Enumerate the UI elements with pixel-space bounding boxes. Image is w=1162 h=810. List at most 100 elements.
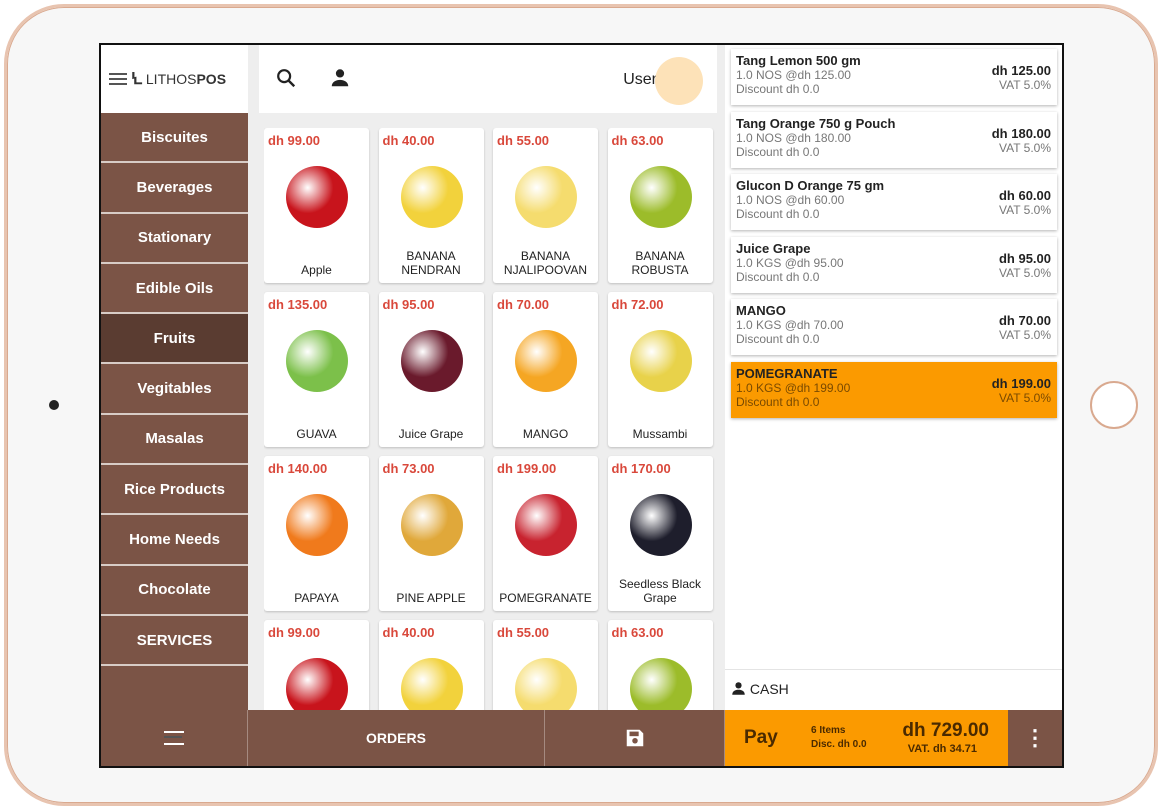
product-card[interactable]: dh 40.00 [378,620,484,710]
product-image [286,494,348,556]
items-count: 6 Items [811,725,846,736]
item-amount: dh 125.00 [991,63,1051,78]
item-amount: dh 180.00 [991,125,1051,141]
product-image [515,330,577,392]
product-name: Mussambi [632,427,688,441]
category-edible-oils[interactable]: Edible Oils [101,264,248,315]
product-name: MANGO [522,427,569,441]
category-biscuites[interactable]: Biscuites [101,113,248,164]
bottom-bar: ORDERS Pay 6 Items Disc. dh 0.0 dh 729.0… [101,710,1062,766]
item-amount: dh 95.00 [998,250,1051,266]
product-price: dh 55.00 [497,133,550,148]
product-price: dh 73.00 [382,461,435,476]
category-stationary[interactable]: Stationary [101,214,248,264]
search-icon[interactable] [275,67,297,89]
product-grid: dh 99.00 Apple dh 40.00 BANANA NENDRAN dh 55… [264,128,719,710]
item-amount: dh 60.00 [998,188,1051,204]
vat-total: VAT. dh 34.71 [907,743,977,755]
grand-total: dh 729.00 [902,720,989,741]
item-vat: VAT 5.0% [998,78,1051,92]
category-chocolate[interactable]: Chocolate [101,566,248,616]
category-services[interactable]: SERVICES [101,616,248,667]
product-price: dh 199.00 [497,461,557,476]
avatar[interactable] [655,57,703,105]
category-masalas[interactable]: Masalas [101,415,248,466]
screen: Ꝇ LITHOS POS Biscuites Beverages Stationary… [99,43,1064,768]
product-card[interactable]: dh 99.00 [264,620,369,710]
pay-button[interactable]: Pay 6 Items Disc. dh 0.0 dh 729.00 VAT. … [725,710,1008,766]
product-price: dh 72.00 [611,297,664,312]
product-card[interactable]: dh 99.00 Apple [264,128,369,283]
product-card[interactable]: dh 140.00 PAPAYA [264,456,369,611]
product-card[interactable]: dh 63.00 [607,620,713,710]
product-card[interactable]: dh 70.00 MANGO [493,292,598,447]
item-vat: VAT 5.0% [998,328,1051,343]
category-beverages[interactable]: Beverages [101,163,248,214]
product-price: dh 70.00 [497,297,550,312]
product-price: dh 99.00 [268,133,321,148]
menu-icon[interactable] [109,73,127,85]
category-sidebar: Biscuites Beverages Stationary Edible Oils F… [101,113,248,710]
product-image [629,658,692,710]
product-image [629,494,692,556]
order-item[interactable]: Tang Lemon 500 gm 1.0 NOS @dh 125.00 Disco… [731,49,1057,105]
user-label: User [623,71,657,88]
product-card[interactable]: dh 73.00 PINE APPLE [378,456,484,611]
order-item[interactable]: MANGO 1.0 KGS @dh 70.00 Discount dh 0.0 dh … [731,299,1057,356]
item-vat: VAT 5.0% [998,265,1051,280]
more-vertical-icon: ⋮ [1024,725,1046,750]
top-bar: User [259,45,717,113]
more-options-button[interactable]: ⋮ [1008,710,1062,766]
product-image [515,658,577,710]
orders-button[interactable]: ORDERS [248,710,545,766]
product-price: dh 95.00 [382,297,435,312]
logo-text-bold: POS [196,71,227,87]
category-home-needs[interactable]: Home Needs [101,515,248,566]
product-price: dh 40.00 [382,133,435,148]
order-item[interactable]: Tang Orange 750 g Pouch 1.0 NOS @dh 180.0… [731,111,1057,168]
product-card[interactable]: dh 135.00 GUAVA [264,292,369,447]
order-panel: CASH Tang Lemon 500 gm 1.0 NOS @dh 125.00… [725,45,1062,710]
product-name: Apple [301,263,332,277]
product-card[interactable]: dh 72.00 Mussambi [607,292,713,447]
product-card[interactable]: dh 55.00 [493,620,598,710]
home-button[interactable] [1090,381,1138,429]
product-image [400,166,463,228]
discount-total: Disc. dh 0.0 [811,739,867,750]
product-card[interactable]: dh 170.00 Seedless Black Grape [607,456,713,611]
item-amount: dh 70.00 [998,313,1051,329]
order-item[interactable]: POMEGRANATE 1.0 KGS @dh 199.00 Discount dh… [731,362,1057,418]
product-card[interactable]: dh 40.00 BANANA NENDRAN [378,128,484,283]
product-image [286,330,348,392]
product-price: dh 170.00 [611,461,671,476]
customer[interactable]: CASH [731,681,789,697]
menu-button[interactable] [101,710,248,766]
product-name: BANANA NJALIPOOVAN [503,249,588,277]
product-image [286,658,348,710]
save-button[interactable] [545,710,725,766]
product-name: PINE APPLE [396,591,466,605]
product-image [629,330,692,392]
product-card[interactable]: dh 199.00 POMEGRANATE [493,456,598,611]
item-vat: VAT 5.0% [998,391,1051,405]
product-price: dh 40.00 [382,625,435,640]
order-item[interactable]: Juice Grape 1.0 KGS @dh 95.00 Discount dh … [731,236,1057,293]
logo-mark-icon: Ꝇ [131,71,142,88]
product-image [515,166,577,228]
logo: Ꝇ LITHOS POS [101,45,248,113]
order-item[interactable]: Glucon D Orange 75 gm 1.0 NOS @dh 60.00 Di… [731,174,1057,231]
category-rice-products[interactable]: Rice Products [101,465,248,516]
product-card[interactable]: dh 55.00 BANANA NJALIPOOVAN [493,128,598,283]
category-vegitables[interactable]: Vegitables [101,364,248,415]
product-price: dh 140.00 [268,461,328,476]
product-name: Juice Grape [398,427,464,441]
product-image [400,330,463,392]
logo-text: LITHOS [145,71,197,87]
person-icon[interactable] [329,67,351,89]
category-fruits[interactable]: Fruits [101,314,248,365]
product-image [629,166,692,228]
product-card[interactable]: dh 95.00 Juice Grape [378,292,484,447]
product-name: BANANA ROBUSTA [631,249,689,277]
product-card[interactable]: dh 63.00 BANANA ROBUSTA [607,128,713,283]
product-name: POMEGRANATE [499,591,592,605]
